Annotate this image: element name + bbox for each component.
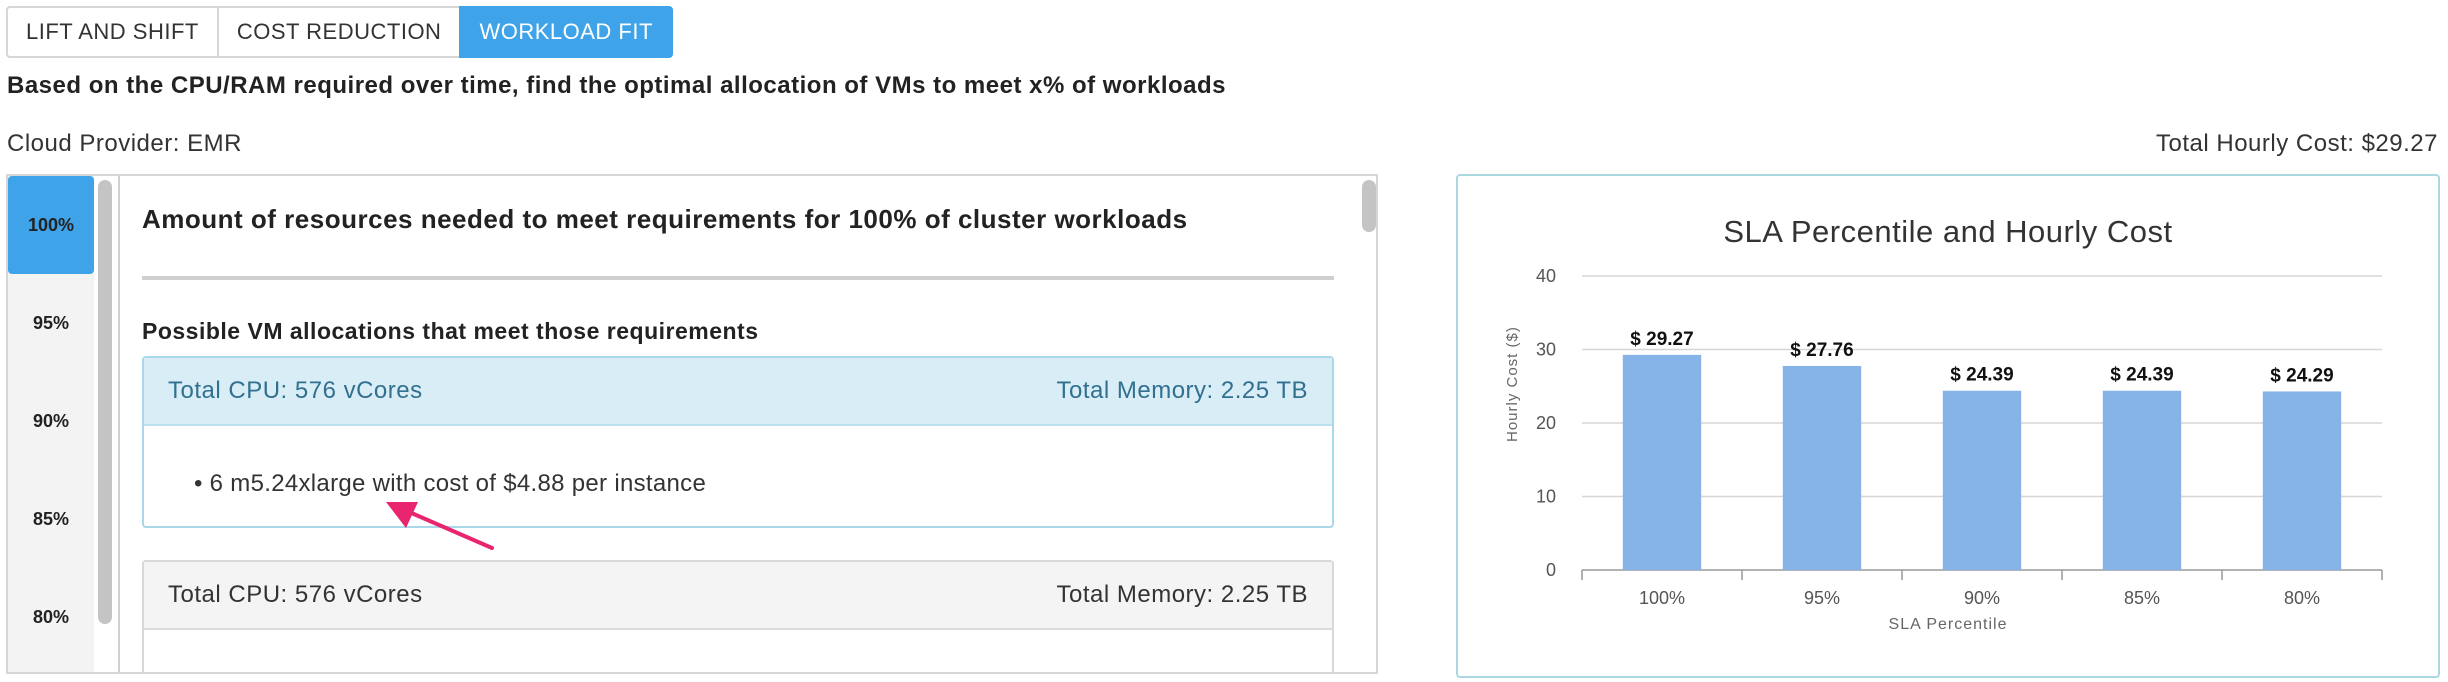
data-label: $ 27.76 [1790,340,1853,361]
percentile-item-95[interactable]: 95% [8,274,94,372]
allocation-card-header: Total CPU: 576 vCores Total Memory: 2.25… [144,358,1332,426]
percentile-item-80[interactable]: 80% [8,568,94,666]
x-tick-label: 90% [1964,588,2000,608]
y-tick-label: 20 [1536,413,1556,433]
allocation-card[interactable]: Total CPU: 576 vCores Total Memory: 2.25… [142,356,1334,528]
y-tick-label: 40 [1536,266,1556,286]
y-tick-label: 30 [1536,340,1556,360]
bar [1622,354,1702,570]
bar [2262,391,2342,570]
total-memory: Total Memory: 2.25 TB [1056,377,1308,404]
x-tick-label: 100% [1639,588,1685,608]
data-label: $ 24.29 [2270,365,2333,386]
total-cpu: Total CPU: 576 vCores [168,377,423,404]
percentile-list: 100% 95% 90% 85% 80% [8,176,94,672]
allocation-card[interactable]: Total CPU: 576 vCores Total Memory: 2.25… [142,560,1334,672]
tab-cost-reduction[interactable]: COST REDUCTION [216,6,462,58]
percentile-item-90[interactable]: 90% [8,372,94,470]
cloud-provider: Cloud Provider: EMR [7,130,242,157]
total-cpu: Total CPU: 576 vCores [168,581,423,608]
data-label: $ 29.27 [1630,329,1693,350]
y-tick-label: 0 [1546,560,1556,580]
tab-workload-fit[interactable]: WORKLOAD FIT [459,6,673,58]
y-tick-label: 10 [1536,487,1556,507]
bar-chart: 0 10 20 30 40 $ 29.27 100% $ 27.76 95% $ 24.39 90%… [1536,266,2383,608]
bar [1782,365,1862,570]
allocation-card-body: • 6 m5.24xlarge with cost of $4.88 per i… [144,426,1332,498]
vm-allocation-item: 6 m5.24xlarge with cost of $4.88 per ins… [209,470,707,497]
tab-bar: LIFT AND SHIFT COST REDUCTION WORKLOAD F… [6,6,673,58]
chart-card: SLA Percentile and Hourly Cost 0 10 20 30 40… [1456,174,2440,678]
tab-lift-and-shift[interactable]: LIFT AND SHIFT [6,6,219,58]
data-label: $ 24.39 [1950,365,2013,386]
x-tick-label: 95% [1804,588,1840,608]
x-tick-label: 80% [2284,588,2320,608]
allocations-subtitle: Possible VM allocations that meet those … [142,318,759,344]
allocation-content: Amount of resources needed to meet requi… [120,176,1360,672]
resources-title: Amount of resources needed to meet requi… [142,204,1188,234]
percentile-scrollbar[interactable] [98,180,112,624]
total-memory: Total Memory: 2.25 TB [1056,581,1308,608]
bullet-icon: • [194,470,203,497]
x-axis-label: SLA Percentile [1888,616,2008,633]
total-hourly-cost: Total Hourly Cost: $29.27 [2156,130,2438,157]
annotation-arrow-icon [386,502,494,550]
section-divider [142,276,1334,280]
x-tick-label: 85% [2124,588,2160,608]
allocation-panel: 100% 95% 90% 85% 80% Amount of resources… [6,174,1378,674]
content-scrollbar[interactable] [1362,180,1376,232]
page-description: Based on the CPU/RAM required over time,… [7,72,1226,99]
bar [2102,390,2182,570]
percentile-item-100[interactable]: 100% [8,176,94,274]
data-label: $ 24.39 [2110,365,2173,386]
percentile-item-85[interactable]: 85% [8,470,94,568]
allocation-card-header: Total CPU: 576 vCores Total Memory: 2.25… [144,562,1332,630]
y-axis-label: Hourly Cost ($) [1504,326,1521,442]
bar [1942,390,2022,570]
